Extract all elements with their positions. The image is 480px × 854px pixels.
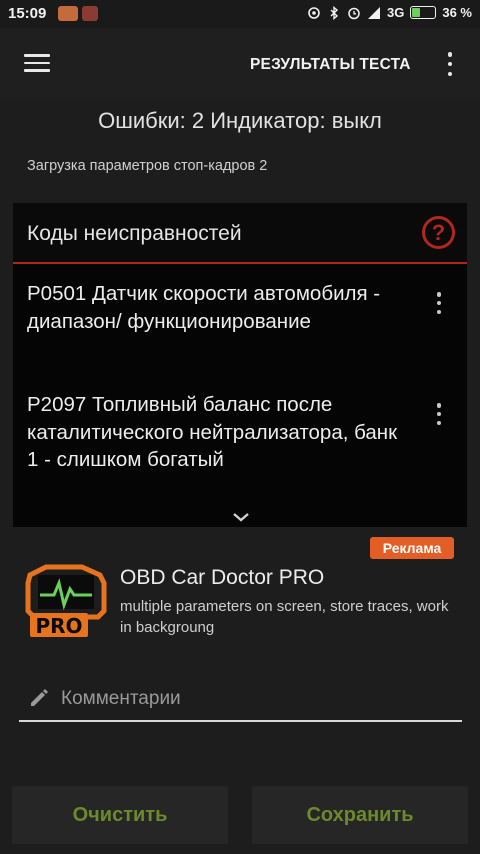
notification-app-icon: [58, 6, 78, 21]
app-bar: РЕЗУЛЬТАТЫ ТЕСТА: [0, 28, 480, 100]
signal-icon: [368, 6, 381, 19]
battery-icon: [410, 6, 437, 19]
status-icons: 3G 36 %: [307, 5, 472, 20]
fault-codes-panel: Коды неисправностей ? P0501 Датчик скоро…: [13, 203, 467, 527]
location-icon: [308, 6, 320, 19]
status-time: 15:09: [8, 5, 47, 22]
chevron-down-icon[interactable]: [231, 511, 251, 523]
pencil-icon: [31, 689, 48, 706]
overflow-menu-icon[interactable]: [444, 52, 456, 76]
help-icon[interactable]: ?: [422, 216, 455, 249]
code-options-icon[interactable]: [435, 292, 443, 314]
logo-text: PRO: [35, 614, 82, 638]
battery-percent: 36 %: [442, 5, 472, 20]
alarm-icon: [348, 7, 360, 19]
battery-level: [412, 8, 421, 17]
obd-car-doctor-logo[interactable]: PRO: [24, 561, 110, 639]
fault-codes-header: Коды неисправностей ?: [13, 203, 467, 263]
header-divider: [13, 262, 467, 264]
status-bar: 15:09 3G 36 %: [0, 0, 480, 28]
ad-description: multiple parameters on screen, store tra…: [120, 598, 449, 636]
comment-input[interactable]: [61, 684, 456, 714]
notification-photo-icon: [82, 6, 98, 21]
fault-code-item[interactable]: P2097 Топливный баланс после каталитичес…: [27, 391, 407, 474]
network-type: 3G: [387, 5, 405, 20]
bluetooth-icon: [330, 5, 339, 20]
save-button[interactable]: Сохранить: [252, 786, 468, 844]
page-title: РЕЗУЛЬТАТЫ ТЕСТА: [250, 56, 411, 73]
hamburger-menu-icon[interactable]: [24, 54, 50, 74]
comment-underline: [19, 720, 462, 722]
ad-title[interactable]: OBD Car Doctor PRO: [120, 566, 324, 590]
code-options-icon[interactable]: [435, 403, 443, 425]
ad-badge: Реклама: [370, 537, 454, 559]
freeze-frame-status: Загрузка параметров стоп-кадров 2: [27, 158, 268, 174]
errors-summary: Ошибки: 2 Индикатор: выкл: [98, 108, 382, 133]
fault-codes-title: Коды неисправностей: [27, 222, 242, 245]
fault-code-item[interactable]: P0501 Датчик скорости автомобиля - диапа…: [27, 280, 407, 335]
clear-button[interactable]: Очистить: [12, 786, 228, 844]
